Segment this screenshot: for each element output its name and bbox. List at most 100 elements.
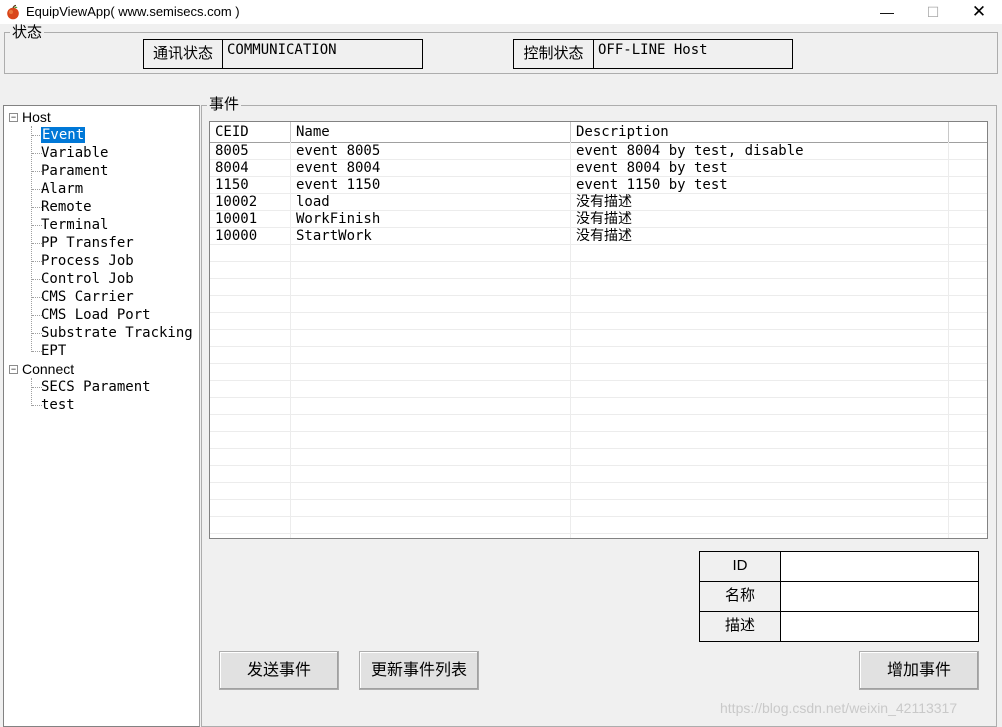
name-input[interactable]	[780, 581, 979, 612]
cell-description: event 8004 by test	[576, 160, 728, 176]
control-status-label: 控制状态	[513, 39, 594, 69]
column-header-filler	[949, 122, 987, 142]
window-title: EquipViewApp( www.semisecs.com )	[26, 4, 240, 19]
tree-node-label: test	[41, 397, 75, 413]
table-row	[210, 313, 987, 330]
column-header-name[interactable]: Name	[291, 122, 571, 142]
table-row[interactable]: 10000 StartWork 没有描述	[210, 228, 987, 245]
tree-node-pp-transfer[interactable]: PP Transfer	[41, 234, 134, 252]
tree-node-connect[interactable]: Connect	[22, 360, 74, 378]
tree-node-variable[interactable]: Variable	[41, 144, 108, 162]
table-row	[210, 483, 987, 500]
table-row	[210, 296, 987, 313]
maximize-button[interactable]: ☐	[910, 0, 956, 24]
tree-node-label: SECS Parament	[41, 379, 151, 395]
cell-name: load	[296, 194, 330, 210]
tree-node-label: Terminal	[41, 217, 109, 233]
tree-node-connect-label: Connect	[22, 361, 75, 377]
tree-node-label: Substrate Tracking	[41, 325, 193, 341]
cell-ceid: 10001	[215, 211, 258, 227]
title-bar: EquipViewApp( www.semisecs.com ) — ☐ ✕	[0, 0, 1002, 24]
tree-node-alarm[interactable]: Alarm	[41, 180, 83, 198]
table-row	[210, 381, 987, 398]
description-input[interactable]	[780, 611, 979, 642]
table-row	[210, 330, 987, 347]
id-field-label: ID	[699, 551, 781, 582]
comm-status-value: COMMUNICATION	[222, 39, 423, 69]
cell-ceid: 10000	[215, 228, 258, 244]
tree-node-control-job[interactable]: Control Job	[41, 270, 134, 288]
cell-description: event 1150 by test	[576, 177, 728, 193]
tree-node-label: PP Transfer	[41, 235, 134, 251]
tree-guide-line	[31, 126, 32, 352]
tree-node-remote[interactable]: Remote	[41, 198, 92, 216]
cell-description: 没有描述	[576, 211, 632, 227]
table-row[interactable]: 8004 event 8004 event 8004 by test	[210, 160, 987, 177]
tree-node-label: Parament	[41, 163, 109, 179]
add-event-button[interactable]: 增加事件	[859, 651, 979, 690]
refresh-event-list-button[interactable]: 更新事件列表	[359, 651, 479, 690]
tree-node-ept[interactable]: EPT	[41, 342, 66, 360]
watermark-text: https://blog.csdn.net/weixin_42113317	[720, 700, 958, 716]
table-row	[210, 432, 987, 449]
tree-node-terminal[interactable]: Terminal	[41, 216, 108, 234]
id-input[interactable]	[780, 551, 979, 582]
table-row[interactable]: 1150 event 1150 event 1150 by test	[210, 177, 987, 194]
cell-ceid: 1150	[215, 177, 249, 193]
tree-node-process-job[interactable]: Process Job	[41, 252, 134, 270]
tree-guide-line	[31, 378, 32, 406]
navigation-tree[interactable]: − Host Event Variable Parament Alarm Remote T…	[3, 105, 200, 727]
event-list-header: CEID Name Description	[210, 122, 987, 143]
cell-description: event 8004 by test, disable	[576, 143, 804, 159]
control-status-value: OFF-LINE Host	[593, 39, 793, 69]
tree-node-host-label: Host	[22, 109, 51, 125]
connect-collapse-icon[interactable]: −	[9, 365, 18, 374]
event-list[interactable]: CEID Name Description 8005 event 8005 even…	[209, 121, 988, 539]
tree-node-cms-load-port[interactable]: CMS Load Port	[41, 306, 151, 324]
tree-node-event[interactable]: Event	[41, 126, 86, 144]
tree-node-cms-carrier[interactable]: CMS Carrier	[41, 288, 134, 306]
table-row	[210, 415, 987, 432]
tree-node-test[interactable]: test	[41, 396, 75, 414]
host-collapse-icon[interactable]: −	[9, 113, 18, 122]
name-field-label: 名称	[699, 581, 781, 612]
table-row	[210, 262, 987, 279]
column-header-description[interactable]: Description	[571, 122, 949, 142]
tree-node-secs-parament[interactable]: SECS Parament	[41, 378, 151, 396]
cell-ceid: 8004	[215, 160, 249, 176]
table-row[interactable]: 10002 load 没有描述	[210, 194, 987, 211]
close-button[interactable]: ✕	[956, 0, 1002, 24]
tree-node-label: Control Job	[41, 271, 134, 287]
tree-node-parament[interactable]: Parament	[41, 162, 108, 180]
minimize-button[interactable]: —	[864, 0, 910, 24]
status-group-legend: 状态	[10, 24, 45, 41]
table-row	[210, 347, 987, 364]
send-event-button[interactable]: 发送事件	[219, 651, 339, 690]
table-row[interactable]: 10001 WorkFinish 没有描述	[210, 211, 987, 228]
tree-node-label: Alarm	[41, 181, 84, 197]
tree-node-label: Process Job	[41, 253, 134, 269]
cell-description: 没有描述	[576, 228, 632, 244]
table-row	[210, 279, 987, 296]
table-row	[210, 500, 987, 517]
cell-name: StartWork	[296, 228, 372, 244]
apple-icon	[7, 4, 19, 20]
table-row	[210, 449, 987, 466]
tree-node-label: Event	[41, 127, 86, 143]
description-field-label: 描述	[699, 611, 781, 642]
table-row	[210, 245, 987, 262]
tree-node-label: CMS Load Port	[41, 307, 151, 323]
tree-node-label: CMS Carrier	[41, 289, 134, 305]
table-row[interactable]: 8005 event 8005 event 8004 by test, disabl…	[210, 143, 987, 160]
tree-node-host[interactable]: Host	[22, 108, 51, 126]
table-row	[210, 398, 987, 415]
comm-status-label: 通讯状态	[143, 39, 223, 69]
tree-node-substrate-tracking[interactable]: Substrate Tracking	[41, 324, 193, 342]
cell-name: event 8005	[296, 143, 381, 159]
column-header-ceid[interactable]: CEID	[210, 122, 291, 142]
table-row	[210, 466, 987, 483]
cell-description: 没有描述	[576, 194, 632, 210]
tree-node-label: EPT	[41, 343, 67, 359]
cell-name: event 1150	[296, 177, 381, 193]
tree-node-label: Variable	[41, 145, 109, 161]
